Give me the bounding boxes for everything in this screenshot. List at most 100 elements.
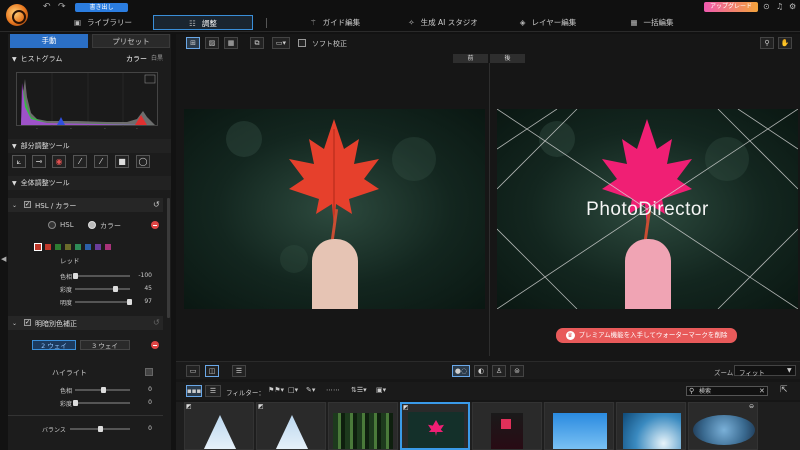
tab-guided-edit[interactable]: ⚚ ガイド編集	[300, 15, 370, 30]
before-label-tab[interactable]: 前	[453, 54, 488, 63]
color-swatch[interactable]	[95, 244, 101, 250]
thumbnail[interactable]: ◩	[256, 402, 326, 450]
tab-layer-edit[interactable]: ◈ レイヤー編集	[508, 15, 588, 30]
edit-filter-icon[interactable]: ✎▾	[306, 386, 315, 394]
clear-search-icon[interactable]: ✕	[759, 387, 765, 396]
tab-manual[interactable]: 手動	[10, 34, 88, 48]
hand-tool-button[interactable]: ✋	[778, 37, 792, 49]
export-button[interactable]: 書き出し	[75, 3, 128, 12]
remove-watermark-banner[interactable]: ♛ プレミアム機能を入手してウォーターマークを削除	[556, 328, 737, 343]
tab-preset[interactable]: プリセット	[92, 34, 170, 48]
tab-library[interactable]: ▣ ライブラリー	[58, 15, 148, 30]
flag-filter-icon[interactable]: ⚑⚑▾	[268, 386, 284, 394]
selection-tool-button[interactable]: ⊸	[32, 155, 46, 168]
more-filter-icon[interactable]: ⋯⋯	[326, 386, 340, 394]
color-swatch[interactable]	[45, 244, 51, 250]
compare-divider[interactable]	[489, 63, 490, 356]
slider-handle[interactable]	[100, 387, 106, 393]
list-view-button[interactable]: ☰	[205, 385, 221, 397]
tab-adjust[interactable]: ☷ 調整	[153, 15, 253, 30]
view-options-button[interactable]: ☰	[232, 365, 246, 377]
remove-hsl-button[interactable]	[151, 221, 159, 229]
view-grid-button[interactable]: ▦	[224, 37, 238, 49]
reset-icon[interactable]: ↺	[153, 200, 160, 209]
radial-tool-button[interactable]: ◯	[136, 155, 150, 168]
thumbnail[interactable]	[616, 402, 686, 450]
color-radio[interactable]	[88, 221, 96, 229]
slider-handle[interactable]	[73, 400, 78, 406]
color-swatch[interactable]	[34, 243, 42, 251]
after-label-tab[interactable]: 後	[490, 54, 525, 63]
thumbnail[interactable]	[544, 402, 614, 450]
view-single-button[interactable]: ⊞	[186, 37, 200, 49]
remove-split-button[interactable]	[151, 341, 159, 349]
thumbnail[interactable]: ◩	[184, 402, 254, 450]
slider-handle[interactable]	[112, 286, 118, 292]
brush-tool-button[interactable]: ⁄	[73, 155, 87, 168]
thumbnail-selected[interactable]: ◩	[400, 402, 470, 450]
adjust-brush-button[interactable]: ⁄	[94, 155, 108, 168]
zoom-select[interactable]: フィット ▼	[734, 365, 796, 377]
collapse-panel-icon[interactable]: ◀	[1, 255, 6, 263]
redeye-tool-button[interactable]: ◉	[52, 155, 66, 168]
zoom-tool-button[interactable]: ⚲	[760, 37, 774, 49]
balance-handle[interactable]	[98, 426, 103, 432]
global-tools-header[interactable]: ▼ 全体調整ツール	[8, 176, 171, 190]
view-photo-button[interactable]: ▨	[205, 37, 219, 49]
soft-proof-checkbox[interactable]	[298, 39, 306, 47]
split-view-button[interactable]: ◫	[205, 365, 219, 377]
color-filter-icon[interactable]: □▾	[288, 386, 298, 394]
partial-tools-title: 部分調整ツール	[20, 142, 70, 150]
color-swatch[interactable]	[75, 244, 81, 250]
left-panel-scrollbar[interactable]	[167, 198, 170, 318]
slider-track[interactable]	[75, 288, 130, 290]
upgrade-button[interactable]: アップグレード	[704, 2, 758, 12]
export-share-icon[interactable]: ⇱	[780, 385, 788, 395]
bell-icon[interactable]: ♫	[776, 2, 783, 11]
two-way-button[interactable]: 2 ウェイ	[32, 340, 76, 350]
hsl-enable-checkbox[interactable]: ✓	[24, 201, 31, 208]
reset-icon[interactable]: ↺	[153, 318, 160, 327]
histogram-mode-bw[interactable]: 白黒	[151, 52, 163, 66]
halfmoon-button[interactable]: ◐	[474, 365, 488, 377]
view-screen-button[interactable]: ⧉	[250, 37, 264, 49]
hsl-radio[interactable]	[48, 221, 56, 229]
split-enable-checkbox[interactable]: ✓	[24, 319, 31, 326]
display-dropdown[interactable]: ▭▾	[272, 37, 290, 49]
slider-track[interactable]	[75, 275, 130, 277]
color-swatch[interactable]	[55, 244, 61, 250]
hsl-section-header[interactable]: ⌄ ✓ HSL / カラー ↺	[8, 198, 163, 212]
account-icon[interactable]: ⊙	[763, 2, 770, 11]
sort-icon[interactable]: ⇅☰▾	[351, 386, 367, 394]
slider-label: 彩度	[60, 287, 73, 294]
highlight-color-swatch[interactable]	[145, 368, 153, 376]
compare-mode-button[interactable]: ●◌	[452, 365, 470, 377]
slider-handle[interactable]	[73, 273, 78, 279]
histogram-header[interactable]: ▼ ヒストグラム カラー 白黒	[8, 52, 171, 66]
three-way-button[interactable]: 3 ウェイ	[80, 340, 130, 350]
person-button[interactable]: ♙	[492, 365, 506, 377]
color-swatch[interactable]	[105, 244, 111, 250]
stack-filter-icon[interactable]: ▣▾	[376, 386, 386, 394]
split-toning-header[interactable]: ⌄ ✓ 明暗別色補正 ↺	[8, 316, 163, 330]
tab-batch-edit[interactable]: ▦ 一括編集	[617, 15, 687, 30]
thumbnail[interactable]	[472, 402, 542, 450]
stack-button[interactable]: ⊜	[510, 365, 524, 377]
partial-tools-header[interactable]: ▼ 部分調整ツール	[8, 139, 171, 153]
undo-icon[interactable]: ↶	[43, 2, 51, 12]
color-swatch[interactable]	[65, 244, 71, 250]
gradient-tool-button[interactable]: ■	[115, 155, 129, 168]
tab-ai-studio[interactable]: ✧ 生成 AI スタジオ	[398, 15, 488, 30]
redo-icon[interactable]: ↷	[58, 2, 66, 12]
thumbnail[interactable]	[328, 402, 398, 450]
search-input[interactable]: ⚲ 検索 ✕	[686, 386, 768, 396]
gear-icon[interactable]: ⚙	[789, 2, 796, 11]
thumbnail[interactable]: ⊖	[688, 402, 758, 450]
slider-track[interactable]	[75, 402, 130, 404]
crop-tool-button[interactable]: ⟀	[12, 155, 26, 168]
single-view-button[interactable]: ▭	[186, 365, 200, 377]
slider-track[interactable]	[75, 301, 130, 303]
color-swatch[interactable]	[85, 244, 91, 250]
thumb-view-button[interactable]: ▪▪▪	[186, 385, 202, 397]
histogram-mode-color[interactable]: カラー	[126, 52, 147, 66]
